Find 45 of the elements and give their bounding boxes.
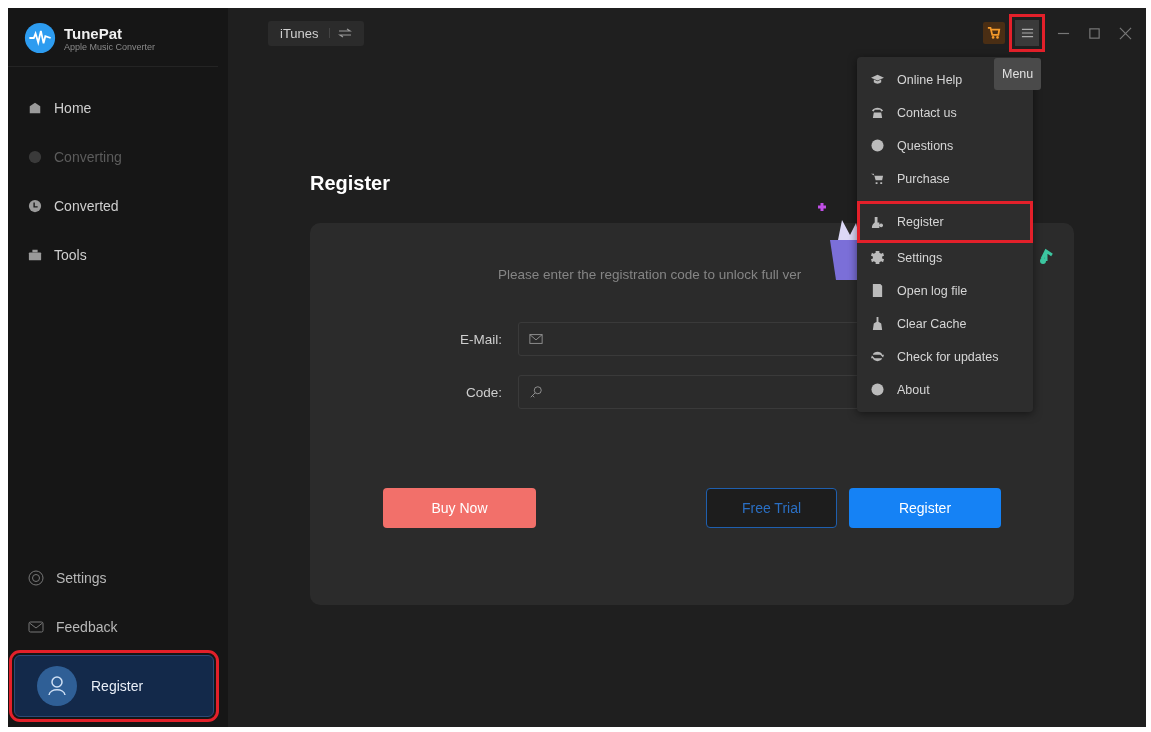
- register-submit-button[interactable]: Register: [849, 488, 1001, 528]
- file-icon: [871, 284, 884, 297]
- settings-icon: [871, 251, 884, 264]
- menu-item[interactable]: Open log file: [857, 274, 1033, 307]
- settings-icon: [28, 569, 44, 586]
- menu-icon: [1020, 27, 1034, 39]
- cart-icon: [871, 172, 884, 185]
- clock-icon: [28, 198, 42, 213]
- broom-icon: [871, 317, 884, 330]
- avatar-icon: [37, 666, 77, 706]
- menu-item[interactable]: Settings: [857, 241, 1033, 274]
- toolbox-icon: [28, 247, 42, 262]
- menu-item[interactable]: Purchase: [857, 162, 1033, 195]
- swap-icon: [328, 28, 352, 38]
- sidebar-item[interactable]: Settings: [8, 563, 228, 592]
- menu-item[interactable]: Clear Cache: [857, 307, 1033, 340]
- mail-icon: [28, 618, 44, 635]
- menu-button[interactable]: [1009, 14, 1045, 52]
- close-icon[interactable]: [1119, 26, 1132, 40]
- sidebar-item[interactable]: Feedback: [8, 612, 228, 641]
- logo-icon: [24, 22, 56, 54]
- field-label: Code:: [464, 384, 502, 400]
- cap-icon: [871, 73, 884, 86]
- field-label: E-Mail:: [459, 331, 502, 347]
- source-button[interactable]: iTunes: [268, 20, 364, 46]
- menu-item[interactable]: About: [857, 373, 1033, 406]
- tooltip: Menu: [994, 58, 1042, 90]
- sidebar-item[interactable]: Home: [8, 93, 228, 122]
- cart-button[interactable]: [983, 22, 1005, 44]
- sidebar-item[interactable]: Tools: [8, 240, 228, 269]
- home-icon: [28, 100, 42, 115]
- refresh-icon: [871, 350, 884, 363]
- cart-icon: [987, 26, 1001, 40]
- app-subtitle: Apple Music Converter: [64, 41, 156, 52]
- menu-item[interactable]: Check for updates: [857, 340, 1033, 373]
- page-title: Register: [310, 172, 391, 195]
- instruction-text: Please enter the registration code to unlock full ver: [498, 267, 803, 282]
- phone-icon: [871, 106, 884, 119]
- app-name: TunePat: [64, 24, 124, 42]
- sidebar-item[interactable]: Converted: [8, 191, 228, 220]
- menu-item[interactable]: Contact us: [857, 96, 1033, 129]
- menu-item[interactable]: Questions: [857, 129, 1033, 162]
- menu-item[interactable]: Register: [857, 201, 1033, 243]
- envelope-icon: [529, 332, 543, 346]
- maximize-icon[interactable]: [1088, 26, 1101, 40]
